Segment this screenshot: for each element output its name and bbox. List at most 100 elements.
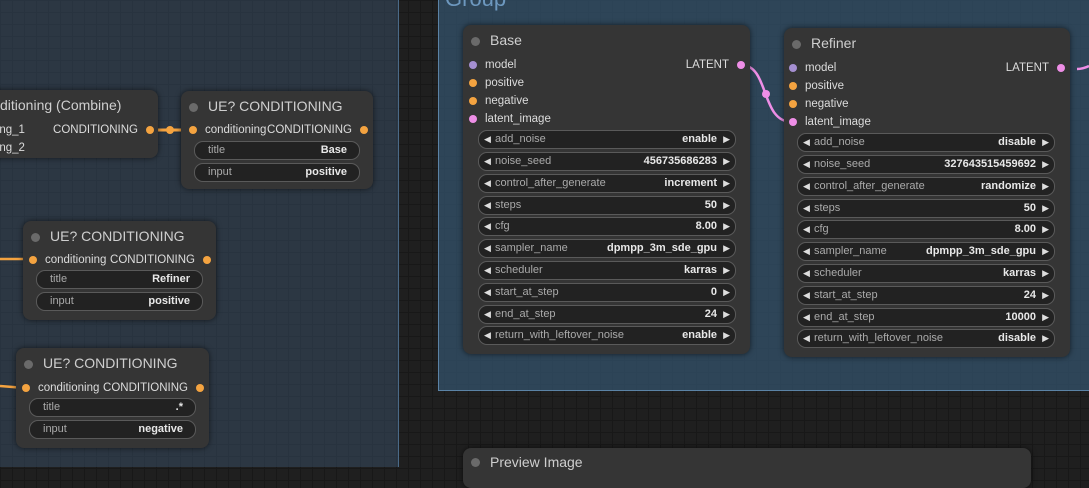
collapse-dot-icon[interactable] <box>792 40 801 49</box>
widget-start-at-step[interactable]: ◀ start_at_step 24 ▶ <box>797 286 1055 305</box>
arrow-right-icon[interactable]: ▶ <box>723 327 730 344</box>
slot-input-1[interactable]: oning_1 <box>0 122 25 138</box>
slot-input-conditioning[interactable]: conditioning <box>29 252 106 268</box>
slot-output-conditioning[interactable]: CONDITIONING <box>103 380 204 396</box>
arrow-right-icon[interactable]: ▶ <box>1042 200 1049 217</box>
arrow-left-icon[interactable]: ◀ <box>803 309 810 326</box>
node-preview-image[interactable]: Preview Image <box>463 448 1031 488</box>
output-dot[interactable] <box>203 256 211 264</box>
arrow-right-icon[interactable]: ▶ <box>1042 287 1049 304</box>
output-dot[interactable] <box>360 126 368 134</box>
arrow-right-icon[interactable]: ▶ <box>1042 178 1049 195</box>
widget-title[interactable]: title Refiner <box>36 270 203 289</box>
widget-title[interactable]: title .* <box>29 398 196 417</box>
input-dot[interactable] <box>789 64 797 72</box>
collapse-dot-icon[interactable] <box>471 37 480 46</box>
arrow-left-icon[interactable]: ◀ <box>484 262 491 279</box>
node-ue-conditioning-negative[interactable]: UE? CONDITIONING conditioning CONDITIONI… <box>16 348 209 448</box>
arrow-right-icon[interactable]: ▶ <box>1042 243 1049 260</box>
arrow-right-icon[interactable]: ▶ <box>723 284 730 301</box>
widget-cfg[interactable]: ◀ cfg 8.00 ▶ <box>797 220 1055 239</box>
input-dot[interactable] <box>469 61 477 69</box>
slot-input-conditioning[interactable]: conditioning <box>189 122 266 138</box>
arrow-left-icon[interactable]: ◀ <box>484 240 491 257</box>
widget-input[interactable]: input positive <box>194 163 360 182</box>
arrow-right-icon[interactable]: ▶ <box>1042 309 1049 326</box>
widget-sampler-name[interactable]: ◀ sampler_name dpmpp_3m_sde_gpu ▶ <box>797 242 1055 261</box>
input-dot[interactable] <box>29 256 37 264</box>
arrow-left-icon[interactable]: ◀ <box>484 175 491 192</box>
arrow-left-icon[interactable]: ◀ <box>803 265 810 282</box>
widget-steps[interactable]: ◀ steps 50 ▶ <box>797 199 1055 218</box>
widget-noise-seed[interactable]: ◀ noise_seed 456735686283 ▶ <box>478 152 736 171</box>
widget-start-at-step[interactable]: ◀ start_at_step 0 ▶ <box>478 283 736 302</box>
arrow-right-icon[interactable]: ▶ <box>1042 221 1049 238</box>
arrow-left-icon[interactable]: ◀ <box>484 306 491 323</box>
slot-output-latent[interactable]: LATENT <box>686 57 745 73</box>
collapse-dot-icon[interactable] <box>31 233 40 242</box>
arrow-left-icon[interactable]: ◀ <box>484 197 491 214</box>
slot-output-conditioning[interactable]: CONDITIONING <box>267 122 368 138</box>
node-ksampler-refiner[interactable]: Refiner model positive negative latent_i… <box>784 28 1070 357</box>
arrow-left-icon[interactable]: ◀ <box>803 221 810 238</box>
slot-input-model[interactable]: model <box>469 57 516 73</box>
widget-scheduler[interactable]: ◀ scheduler karras ▶ <box>478 261 736 280</box>
arrow-left-icon[interactable]: ◀ <box>803 178 810 195</box>
widget-title[interactable]: title Base <box>194 141 360 160</box>
arrow-right-icon[interactable]: ▶ <box>723 153 730 170</box>
arrow-right-icon[interactable]: ▶ <box>1042 265 1049 282</box>
arrow-left-icon[interactable]: ◀ <box>484 218 491 235</box>
arrow-right-icon[interactable]: ▶ <box>1042 156 1049 173</box>
collapse-dot-icon[interactable] <box>189 103 198 112</box>
widget-end-at-step[interactable]: ◀ end_at_step 24 ▶ <box>478 305 736 324</box>
input-dot[interactable] <box>789 118 797 126</box>
slot-input-positive[interactable]: positive <box>469 75 524 91</box>
node-ue-conditioning-refiner[interactable]: UE? CONDITIONING conditioning CONDITIONI… <box>23 221 216 320</box>
arrow-left-icon[interactable]: ◀ <box>484 327 491 344</box>
widget-sampler-name[interactable]: ◀ sampler_name dpmpp_3m_sde_gpu ▶ <box>478 239 736 258</box>
arrow-left-icon[interactable]: ◀ <box>484 284 491 301</box>
output-dot[interactable] <box>737 61 745 69</box>
widget-input[interactable]: input positive <box>36 292 203 311</box>
arrow-right-icon[interactable]: ▶ <box>723 175 730 192</box>
group-title[interactable]: Group <box>445 0 506 12</box>
arrow-right-icon[interactable]: ▶ <box>723 218 730 235</box>
input-dot[interactable] <box>789 100 797 108</box>
input-dot[interactable] <box>22 384 30 392</box>
node-conditioning-combine[interactable]: ditioning (Combine) oning_1 oning_2 COND… <box>0 90 158 158</box>
collapse-dot-icon[interactable] <box>24 360 33 369</box>
widget-steps[interactable]: ◀ steps 50 ▶ <box>478 196 736 215</box>
output-dot[interactable] <box>196 384 204 392</box>
arrow-left-icon[interactable]: ◀ <box>803 243 810 260</box>
input-dot[interactable] <box>469 115 477 123</box>
output-dot[interactable] <box>1057 64 1065 72</box>
arrow-left-icon[interactable]: ◀ <box>803 134 810 151</box>
node-ue-conditioning-base[interactable]: UE? CONDITIONING conditioning CONDITIONI… <box>181 91 373 189</box>
widget-end-at-step[interactable]: ◀ end_at_step 10000 ▶ <box>797 308 1055 327</box>
widget-noise-seed[interactable]: ◀ noise_seed 327643515459692 ▶ <box>797 155 1055 174</box>
slot-input-latent-image[interactable]: latent_image <box>789 114 871 130</box>
arrow-left-icon[interactable]: ◀ <box>803 200 810 217</box>
slot-input-latent-image[interactable]: latent_image <box>469 111 551 127</box>
arrow-right-icon[interactable]: ▶ <box>1042 134 1049 151</box>
slot-output-conditioning[interactable]: CONDITIONING <box>110 252 211 268</box>
slot-output-conditioning[interactable]: CONDITIONING <box>53 122 154 138</box>
output-dot[interactable] <box>146 126 154 134</box>
arrow-right-icon[interactable]: ▶ <box>723 262 730 279</box>
arrow-left-icon[interactable]: ◀ <box>484 153 491 170</box>
input-dot[interactable] <box>469 79 477 87</box>
arrow-left-icon[interactable]: ◀ <box>803 156 810 173</box>
widget-add-noise[interactable]: ◀ add_noise disable ▶ <box>797 133 1055 152</box>
slot-input-conditioning[interactable]: conditioning <box>22 380 99 396</box>
input-dot[interactable] <box>469 97 477 105</box>
arrow-right-icon[interactable]: ▶ <box>723 131 730 148</box>
input-dot[interactable] <box>789 82 797 90</box>
slot-input-model[interactable]: model <box>789 60 836 76</box>
slot-output-latent[interactable]: LATENT <box>1006 60 1065 76</box>
arrow-left-icon[interactable]: ◀ <box>803 287 810 304</box>
arrow-right-icon[interactable]: ▶ <box>723 306 730 323</box>
widget-control-after-generate[interactable]: ◀ control_after_generate randomize ▶ <box>797 177 1055 196</box>
arrow-right-icon[interactable]: ▶ <box>723 240 730 257</box>
collapse-dot-icon[interactable] <box>471 458 480 467</box>
node-ksampler-base[interactable]: Base model positive negative latent_imag… <box>463 25 750 354</box>
